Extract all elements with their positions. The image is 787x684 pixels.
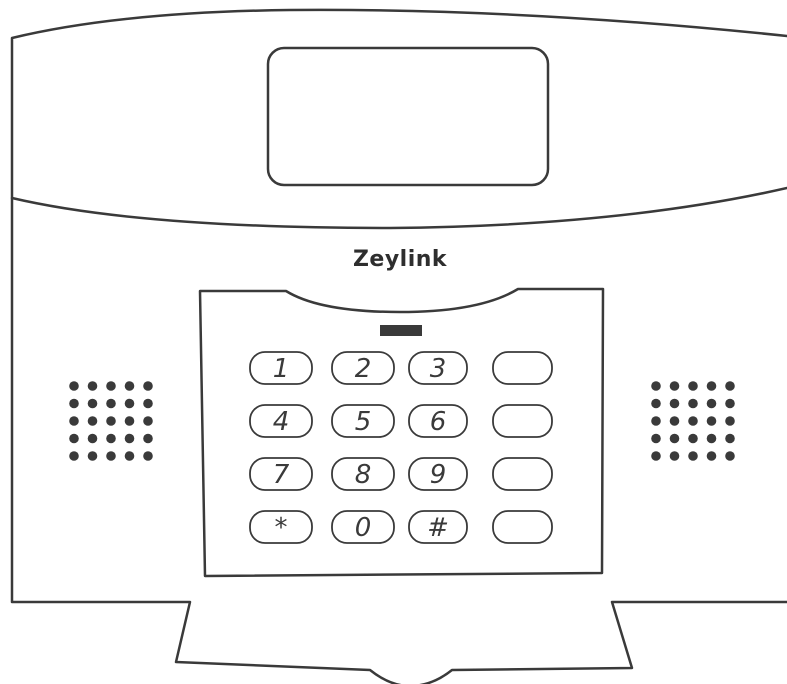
svg-text:1: 1: [273, 354, 290, 384]
speaker-hole: [706, 381, 717, 391]
speaker-hole: [688, 398, 698, 409]
speaker-hole: [69, 451, 79, 461]
speaker-hole: [143, 381, 153, 391]
speaker-hole: [669, 398, 680, 409]
key-hash[interactable]: #: [408, 510, 468, 544]
speaker-hole: [725, 381, 735, 391]
left-speaker-grille-icon: [69, 381, 153, 461]
svg-text:0: 0: [355, 513, 372, 543]
speaker-hole: [106, 381, 116, 391]
key-7[interactable]: 7: [249, 457, 313, 491]
brand-logo: Zeylink: [353, 247, 448, 272]
key-0[interactable]: 0: [331, 510, 395, 544]
speaker-hole: [87, 381, 98, 391]
right-speaker-grille-icon: [651, 381, 735, 461]
housing-outline: [10, 8, 787, 684]
speaker-hole: [706, 433, 717, 444]
speaker-hole: [69, 398, 79, 409]
svg-text:4: 4: [273, 407, 290, 437]
key-2[interactable]: 2: [331, 351, 395, 385]
function-key-1[interactable]: [492, 351, 553, 385]
speaker-hole: [87, 433, 98, 444]
speaker-hole: [87, 398, 98, 409]
speaker-hole: [124, 398, 135, 409]
svg-text:*: *: [275, 513, 288, 543]
speaker-hole: [124, 433, 135, 444]
speaker-hole: [69, 381, 79, 391]
function-key-3[interactable]: [492, 457, 553, 491]
svg-text:5: 5: [355, 407, 372, 437]
svg-text:2: 2: [355, 354, 372, 384]
key-3[interactable]: 3: [408, 351, 468, 385]
speaker-hole: [69, 416, 79, 426]
svg-text:8: 8: [355, 460, 372, 490]
speaker-hole: [87, 416, 98, 426]
speaker-hole: [725, 433, 735, 444]
speaker-hole: [106, 416, 116, 426]
speaker-hole: [651, 398, 661, 409]
status-indicator: [380, 325, 422, 336]
key-9[interactable]: 9: [408, 457, 468, 491]
speaker-hole: [725, 451, 735, 461]
speaker-hole: [106, 398, 116, 409]
speaker-hole: [688, 451, 698, 461]
speaker-hole: [87, 451, 98, 461]
key-8[interactable]: 8: [331, 457, 395, 491]
speaker-hole: [124, 381, 135, 391]
speaker-hole: [669, 451, 680, 461]
speaker-hole: [106, 451, 116, 461]
speaker-hole: [651, 381, 661, 391]
speaker-hole: [706, 416, 717, 426]
speaker-hole: [106, 433, 116, 444]
svg-text:#: #: [427, 513, 449, 543]
speaker-hole: [669, 433, 680, 444]
speaker-hole: [688, 433, 698, 444]
speaker-hole: [725, 398, 735, 409]
speaker-hole: [124, 451, 135, 461]
upper-panel-curve: [10, 186, 787, 230]
key-1[interactable]: 1: [249, 351, 313, 385]
function-key-2[interactable]: [492, 404, 553, 438]
display-screen: [266, 46, 550, 187]
speaker-hole: [124, 416, 135, 426]
alarm-panel-diagram: Zeylink 1 2 3 4 5 6 7 8 9 * 0 #: [10, 8, 787, 684]
speaker-hole: [651, 451, 661, 461]
svg-text:6: 6: [430, 407, 447, 437]
key-star[interactable]: *: [249, 510, 313, 544]
svg-text:3: 3: [430, 354, 447, 384]
speaker-hole: [669, 381, 680, 391]
speaker-hole: [143, 398, 153, 409]
speaker-hole: [69, 433, 79, 444]
key-5[interactable]: 5: [331, 404, 395, 438]
speaker-hole: [706, 451, 717, 461]
speaker-hole: [143, 416, 153, 426]
speaker-hole: [725, 416, 735, 426]
speaker-hole: [651, 416, 661, 426]
svg-text:7: 7: [273, 460, 290, 490]
svg-text:9: 9: [430, 460, 447, 490]
speaker-hole: [651, 433, 661, 444]
speaker-hole: [706, 398, 717, 409]
function-key-4[interactable]: [492, 510, 553, 544]
speaker-hole: [688, 381, 698, 391]
speaker-hole: [669, 416, 680, 426]
speaker-hole: [143, 451, 153, 461]
speaker-hole: [688, 416, 698, 426]
key-6[interactable]: 6: [408, 404, 468, 438]
key-4[interactable]: 4: [249, 404, 313, 438]
speaker-hole: [143, 433, 153, 444]
